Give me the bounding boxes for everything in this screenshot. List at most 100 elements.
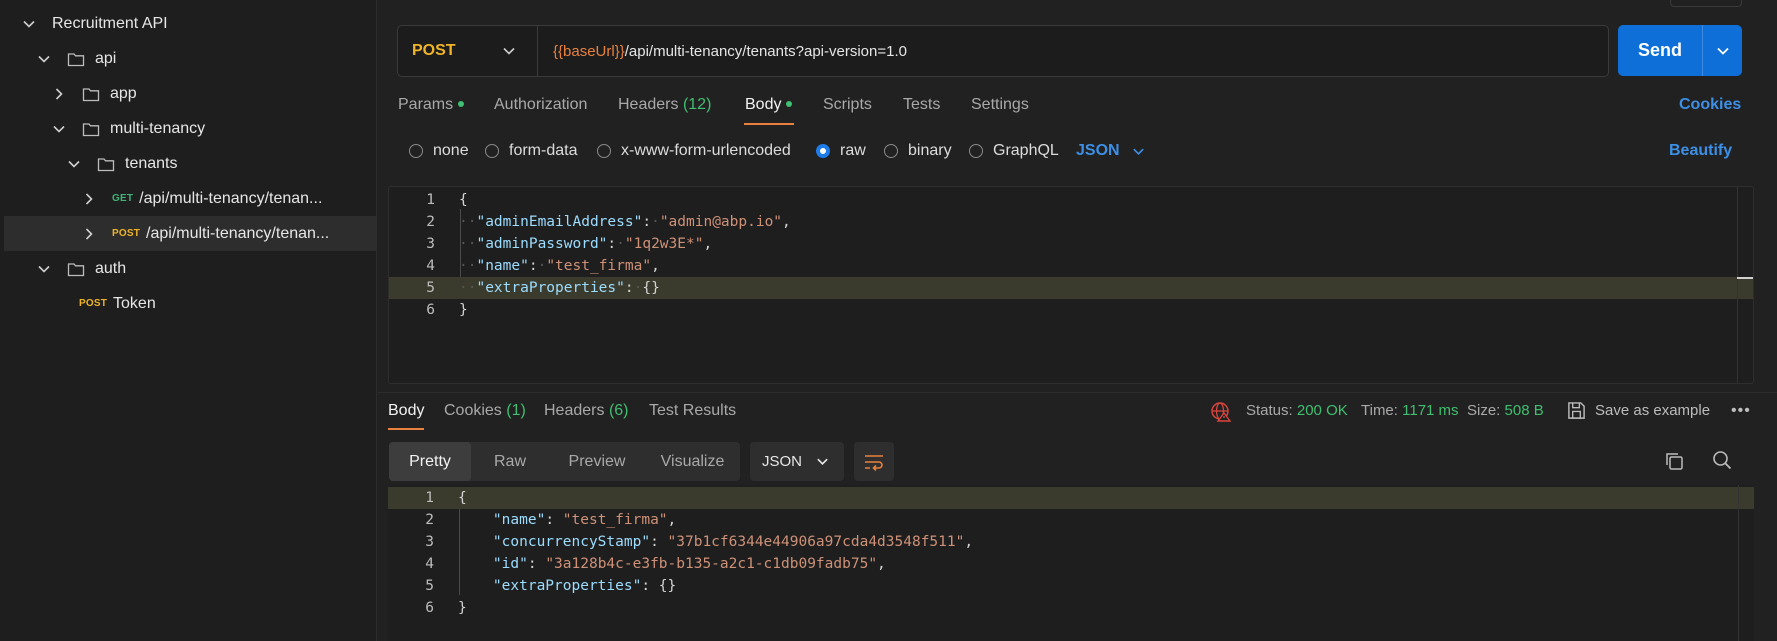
radio-binary[interactable]: binary <box>884 142 952 160</box>
tab-label: Body <box>388 402 425 419</box>
viewer-scrollbar[interactable] <box>1738 485 1754 641</box>
collection-name: Recruitment API <box>52 14 168 32</box>
editor-scrollbar[interactable] <box>1737 187 1753 383</box>
radio-none[interactable]: none <box>409 142 469 160</box>
request-body-editor[interactable]: 1 { 2 ··"adminEmailAddress":·"admin@abp.… <box>388 186 1754 384</box>
folder-icon <box>82 121 100 137</box>
request-post-tenants[interactable]: POST /api/multi-tenancy/tenan... <box>4 216 377 251</box>
request-post-token[interactable]: POST Token <box>0 286 377 321</box>
code-line: 4 ··"name":·"test_firma", <box>389 255 1753 277</box>
scrollbar-marker <box>1737 277 1753 279</box>
tab-tests[interactable]: Tests <box>903 96 940 114</box>
headers-count: (6) <box>608 402 629 419</box>
folder-app[interactable]: app <box>0 76 377 111</box>
tab-test-results[interactable]: Test Results <box>649 402 736 420</box>
method-select[interactable]: POST <box>398 26 538 76</box>
method-label: POST <box>412 42 456 59</box>
radio-form-data[interactable]: form-data <box>485 142 577 160</box>
url-input[interactable]: {{baseUrl}}/api/multi-tenancy/tenants?ap… <box>538 43 907 60</box>
chevron-down-icon <box>1716 47 1729 55</box>
folder-icon <box>82 86 100 102</box>
method-badge-get: GET <box>112 193 134 204</box>
tab-headers[interactable]: Headers (12) <box>618 96 711 114</box>
line-number: 1 <box>426 192 435 208</box>
code-line: 6 } <box>389 299 1753 321</box>
folder-api[interactable]: api <box>0 41 377 76</box>
sidebar: Recruitment API api app multi-tenancy te… <box>0 0 377 641</box>
send-button[interactable]: Send <box>1618 25 1742 76</box>
radio-urlencoded[interactable]: x-www-form-urlencoded <box>597 142 791 160</box>
line-number: 5 <box>425 578 434 594</box>
chevron-down-icon[interactable] <box>67 157 81 171</box>
pane-divider[interactable] <box>378 392 1777 393</box>
save-icon[interactable] <box>1567 401 1586 420</box>
tab-scripts[interactable]: Scripts <box>823 96 872 114</box>
line-number: 3 <box>425 534 434 550</box>
beautify-button[interactable]: Beautify <box>1669 142 1732 160</box>
view-visualize[interactable]: Visualize <box>645 442 740 481</box>
chevron-down-icon[interactable] <box>22 17 36 31</box>
active-tab-indicator <box>388 428 424 430</box>
cookies-count: (1) <box>506 402 526 419</box>
view-preview[interactable]: Preview <box>549 442 645 481</box>
radio-circle <box>597 144 611 158</box>
size-info: Size: 508 B <box>1467 402 1544 419</box>
response-body-viewer[interactable]: 1 { 2 "name": "test_firma", 3 "concurren… <box>388 485 1754 641</box>
format-label: JSON <box>1076 142 1120 159</box>
response-format-select[interactable]: JSON <box>750 442 844 481</box>
code-line: 3 "concurrencyStamp": "37b1cf6344e44906a… <box>388 531 1754 553</box>
line-number: 2 <box>425 512 434 528</box>
code-line: 2 "name": "test_firma", <box>388 509 1754 531</box>
tab-label: Body <box>745 96 782 113</box>
url-bar: POST {{baseUrl}}/api/multi-tenancy/tenan… <box>397 25 1609 77</box>
tab-response-body[interactable]: Body <box>388 402 424 420</box>
code-line: 1 { <box>389 189 1753 211</box>
folder-multi-tenancy[interactable]: multi-tenancy <box>0 111 377 146</box>
view-pretty[interactable]: Pretty <box>389 442 471 481</box>
radio-raw[interactable]: raw <box>816 142 866 160</box>
chevron-down-icon[interactable] <box>52 122 66 136</box>
radio-circle <box>485 144 499 158</box>
chevron-down-icon[interactable] <box>37 262 51 276</box>
request-get-tenants[interactable]: GET /api/multi-tenancy/tenan... <box>0 181 377 216</box>
more-options-icon[interactable]: ••• <box>1731 402 1751 420</box>
radio-circle <box>969 144 983 158</box>
chevron-right-icon[interactable] <box>82 227 96 241</box>
tab-response-headers[interactable]: Headers (6) <box>544 402 629 420</box>
code-line: 5 "extraProperties": {} <box>388 575 1754 597</box>
search-icon[interactable] <box>1712 450 1732 470</box>
body-format-select[interactable]: JSON <box>1076 142 1145 160</box>
view-raw[interactable]: Raw <box>471 442 549 481</box>
tab-label: Params <box>398 96 454 113</box>
tab-params[interactable]: Params <box>398 96 465 114</box>
radio-label: form-data <box>509 142 578 159</box>
tab-response-cookies[interactable]: Cookies (1) <box>444 402 526 420</box>
radio-label: GraphQL <box>993 142 1059 159</box>
chevron-right-icon[interactable] <box>82 192 96 206</box>
status-dot <box>458 100 465 107</box>
code-line: 6 } <box>388 597 1754 619</box>
tab-authorization[interactable]: Authorization <box>494 96 587 114</box>
wrap-lines-button[interactable] <box>854 442 894 481</box>
chevron-down-icon[interactable] <box>37 52 51 66</box>
method-badge-post: POST <box>79 298 108 309</box>
collection-recruitment-api[interactable]: Recruitment API <box>0 6 377 41</box>
chevron-right-icon[interactable] <box>52 87 66 101</box>
radio-label: x-www-form-urlencoded <box>621 142 791 159</box>
radio-graphql[interactable]: GraphQL <box>969 142 1059 160</box>
folder-tenants[interactable]: tenants <box>0 146 377 181</box>
cookies-link[interactable]: Cookies <box>1679 96 1741 114</box>
copy-icon[interactable] <box>1664 451 1684 471</box>
folder-auth[interactable]: auth <box>0 251 377 286</box>
radio-circle <box>884 144 898 158</box>
send-options-button[interactable] <box>1703 44 1742 58</box>
chevron-down-icon <box>817 458 828 466</box>
time-info: Time: 1171 ms <box>1361 402 1459 419</box>
network-globe-icon[interactable] <box>1210 400 1232 422</box>
folder-icon <box>97 156 115 172</box>
tab-body[interactable]: Body <box>745 96 793 114</box>
tab-settings[interactable]: Settings <box>971 96 1029 114</box>
save-as-example-button[interactable]: Save as example <box>1595 402 1710 419</box>
tab-label: Authorization <box>494 96 588 113</box>
folder-label: api <box>95 49 117 67</box>
